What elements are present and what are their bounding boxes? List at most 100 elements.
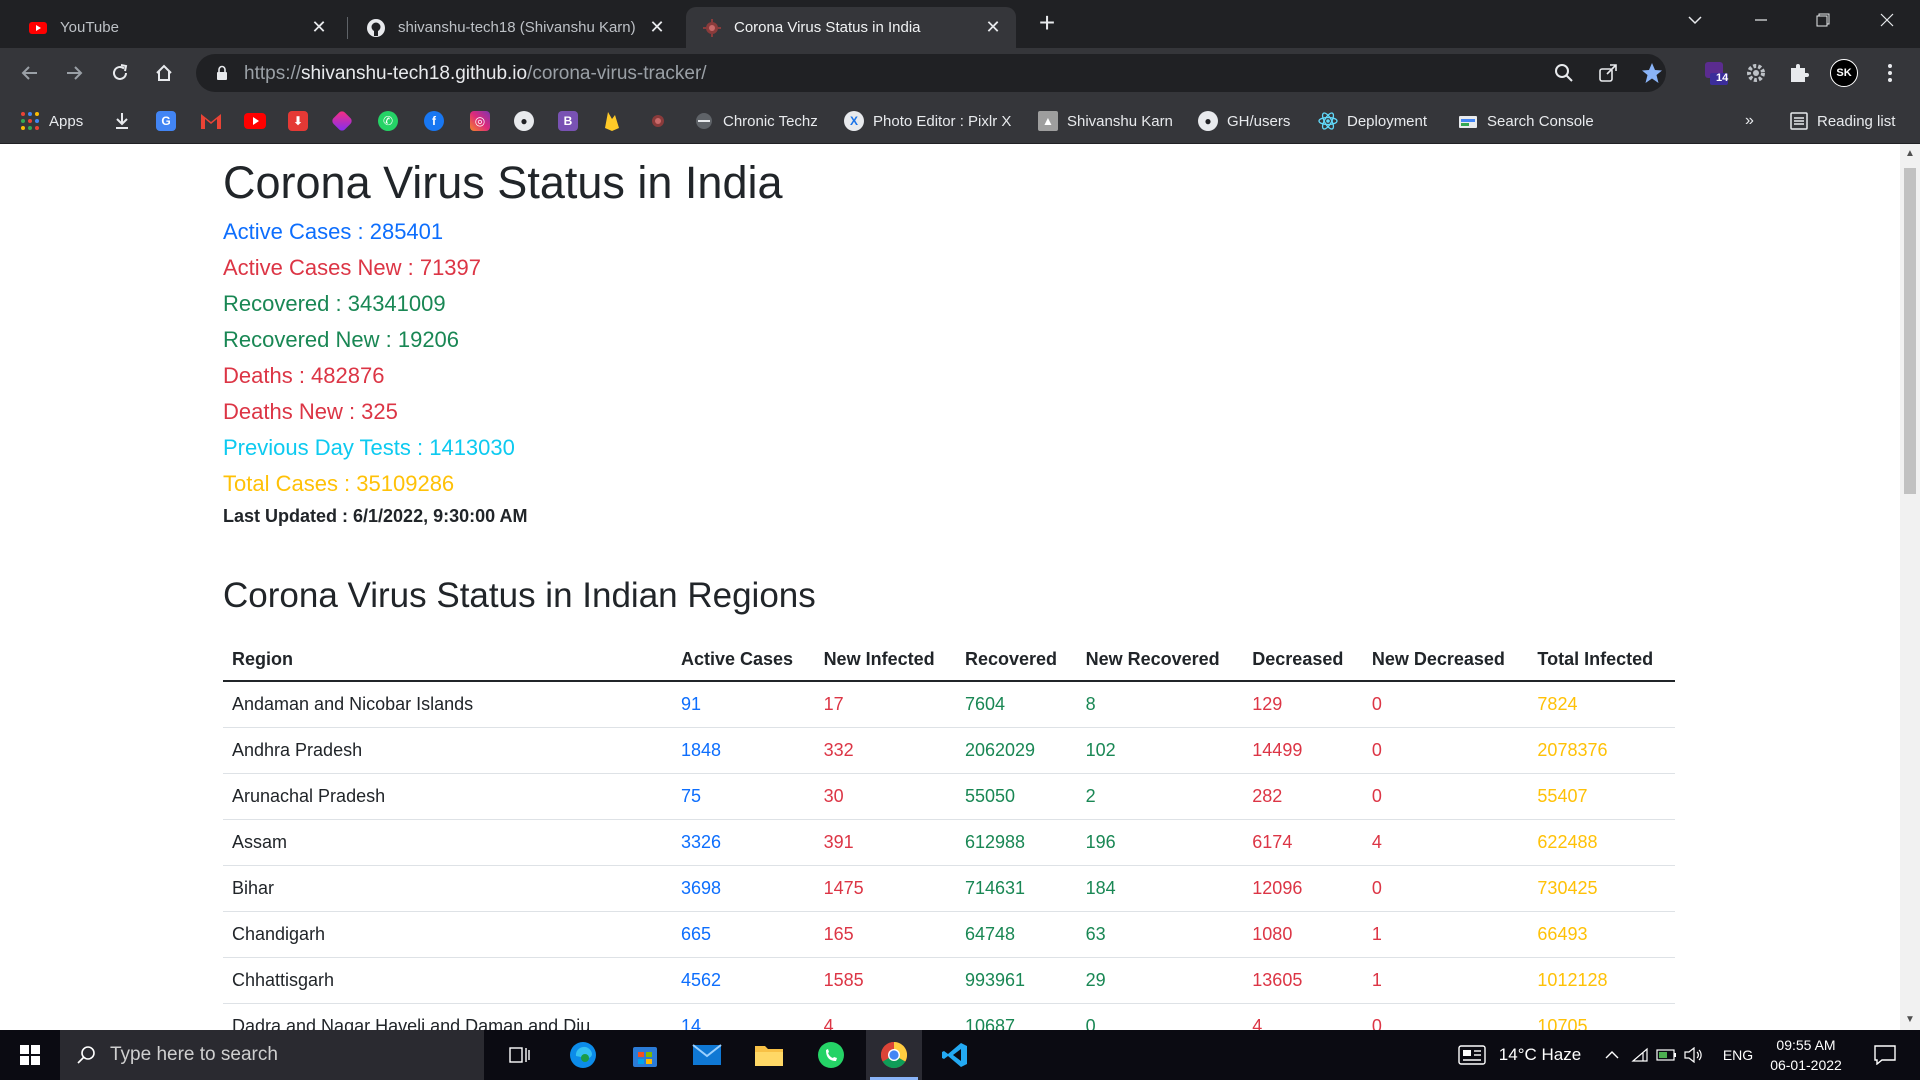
github-icon: ● (514, 111, 534, 131)
taskbar-vscode[interactable] (930, 1030, 980, 1080)
apps-grid-icon (21, 112, 39, 130)
address-bar[interactable]: https://shivanshu-tech18.github.io/coron… (196, 54, 1666, 92)
value-cell: 55050 (955, 773, 1077, 820)
task-view-button[interactable] (496, 1030, 544, 1080)
battery-status[interactable] (1654, 1030, 1680, 1080)
double-chevron-icon: » (1745, 112, 1754, 129)
start-button[interactable] (0, 1030, 60, 1080)
notification-center-button[interactable] (1860, 1030, 1910, 1080)
tab-corona-status[interactable]: Corona Virus Status in India ✕ (686, 7, 1016, 48)
url-text[interactable]: https://shivanshu-tech18.github.io/coron… (244, 63, 707, 85)
pixlr-icon: X (844, 111, 864, 131)
bookmark-facebook[interactable]: f (424, 107, 444, 135)
page-scrollbar[interactable]: ▲ ▼ (1900, 144, 1920, 1030)
stat-total-cases: Total Cases : 35109286 (223, 471, 455, 496)
bookmark-virus[interactable] (648, 107, 668, 135)
reading-list-button[interactable]: Reading list (1790, 107, 1895, 135)
bookmark-whatsapp[interactable]: ✆ (378, 107, 398, 135)
value-cell: 6174 (1243, 819, 1363, 866)
bookmark-github[interactable]: ● (514, 107, 534, 135)
restore-button[interactable] (1792, 0, 1854, 40)
taskbar-chrome[interactable] (866, 1030, 922, 1080)
taskbar-store[interactable] (620, 1030, 670, 1080)
value-cell: 0 (1362, 773, 1529, 820)
bookmark-gmail[interactable] (200, 107, 222, 135)
table-row: Andaman and Nicobar Islands 91 17 7604 8 129 0… (223, 681, 1675, 728)
bookmark-instagram[interactable]: ◎ (470, 107, 490, 135)
stat-deaths: Deaths : 482876 (223, 363, 385, 388)
share-icon[interactable] (1596, 61, 1620, 85)
zoom-search-icon[interactable] (1552, 61, 1576, 85)
gear-icon[interactable] (1742, 59, 1770, 87)
bookmarks-overflow-button[interactable]: » (1745, 107, 1754, 135)
bookmark-firebase[interactable] (604, 107, 620, 135)
close-icon[interactable]: ✕ (308, 17, 330, 39)
extension-badge-icon[interactable]: 14 (1702, 59, 1730, 87)
bookmark-deployment[interactable]: Deployment (1318, 107, 1427, 135)
notification-icon (1874, 1045, 1896, 1065)
value-cell: 1012128 (1528, 957, 1675, 1004)
value-cell: 64748 (955, 911, 1077, 958)
bookmark-youtube[interactable] (244, 107, 266, 135)
bookmark-gradient[interactable] (330, 107, 354, 135)
reload-button[interactable] (104, 57, 136, 89)
region-name-cell: Chhattisgarh (223, 957, 672, 1004)
lock-icon[interactable] (210, 61, 234, 85)
value-cell: 10705 (1528, 1003, 1675, 1030)
scroll-down-arrow-icon[interactable]: ▼ (1904, 1014, 1916, 1026)
new-tab-button[interactable]: + (1033, 9, 1061, 38)
input-language[interactable]: ENG (1716, 1030, 1760, 1080)
tab-github[interactable]: shivanshu-tech18 (Shivanshu Karn) ✕ (350, 7, 680, 48)
value-cell: 29 (1076, 957, 1244, 1004)
stats-list: Active Cases : 285401 Active Cases New :… (223, 214, 1675, 502)
bookmark-ghusers[interactable]: ● GH/users (1198, 107, 1290, 135)
taskbar-mail[interactable] (682, 1030, 732, 1080)
volume-button[interactable] (1682, 1030, 1706, 1080)
kebab-menu-icon[interactable] (1876, 59, 1904, 87)
close-icon[interactable]: ✕ (982, 17, 1004, 39)
show-hidden-icons-button[interactable] (1600, 1030, 1624, 1080)
bookmark-label: GH/users (1227, 112, 1291, 130)
value-cell: 0 (1362, 681, 1529, 728)
bookmark-download[interactable] (112, 107, 132, 135)
news-widget-button[interactable] (1452, 1030, 1492, 1080)
network-status[interactable] (1628, 1030, 1652, 1080)
scroll-thumb[interactable] (1904, 168, 1916, 494)
extensions-puzzle-icon[interactable] (1785, 59, 1813, 87)
bookmark-apps[interactable]: Apps (20, 107, 83, 135)
tab-youtube[interactable]: YouTube ✕ (12, 7, 342, 48)
bookmark-label: Deployment (1347, 112, 1428, 130)
weather-widget[interactable]: 14°C Haze (1494, 1030, 1586, 1080)
bookmark-downloader[interactable]: ⬇ (288, 107, 308, 135)
bookmark-star-icon[interactable] (1640, 61, 1664, 85)
tab-search-chevron-icon[interactable] (1664, 0, 1726, 40)
bookmark-pixlr[interactable]: X Photo Editor : Pixlr X (844, 107, 1011, 135)
system-clock[interactable]: 09:55 AM 06-01-2022 (1760, 1035, 1852, 1075)
value-cell: 75 (672, 773, 815, 820)
taskbar-edge[interactable] (558, 1030, 608, 1080)
value-cell: 7824 (1528, 681, 1675, 728)
value-cell: 3698 (672, 865, 815, 912)
taskbar-file-explorer[interactable] (744, 1030, 794, 1080)
scroll-up-arrow-icon[interactable]: ▲ (1904, 148, 1916, 160)
bookmark-translate[interactable]: G (156, 107, 176, 135)
bookmark-shivanshu[interactable]: ▲ Shivanshu Karn (1038, 107, 1173, 135)
profile-avatar[interactable]: SK (1830, 59, 1858, 87)
value-cell: 14499 (1243, 727, 1363, 774)
bookmark-search-console[interactable]: Search Console (1458, 107, 1594, 135)
bookmark-chronic-techz[interactable]: Chronic Techz (694, 107, 818, 135)
table-header-row: Region Active Cases New Infected Recovered N… (223, 637, 1675, 682)
bookmark-bootstrap[interactable]: B (558, 107, 578, 135)
forward-button[interactable] (58, 57, 90, 89)
back-button[interactable] (14, 57, 46, 89)
value-cell: 1848 (672, 727, 815, 774)
taskbar-whatsapp[interactable] (806, 1030, 856, 1080)
close-icon[interactable]: ✕ (646, 17, 668, 39)
minimize-button[interactable] (1730, 0, 1792, 40)
value-cell: 622488 (1528, 819, 1675, 866)
taskbar-search-box[interactable]: Type here to search (60, 1030, 484, 1080)
value-cell: 10687 (955, 1003, 1077, 1030)
home-button[interactable] (148, 57, 180, 89)
value-cell: 2 (1076, 773, 1244, 820)
close-window-button[interactable] (1856, 0, 1918, 40)
